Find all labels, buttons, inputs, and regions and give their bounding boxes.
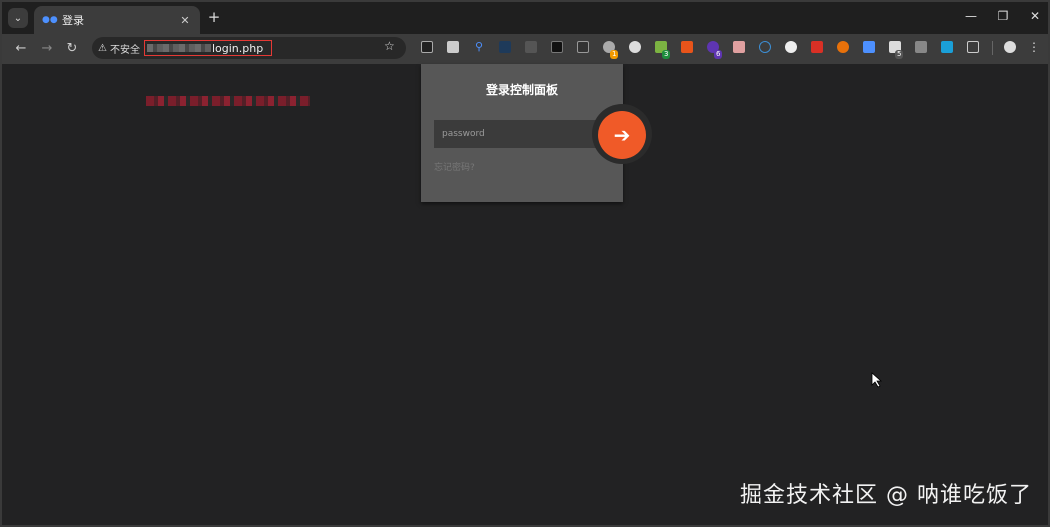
chevron-down-icon: ⌄ [13, 12, 23, 24]
more-menu-icon[interactable]: ⋮ [1028, 41, 1040, 53]
puzzle-icon[interactable] [967, 41, 979, 53]
address-bar[interactable]: ⚠ 不安全 login.php [92, 37, 406, 59]
extension-icon[interactable] [863, 41, 875, 53]
pin-icon[interactable]: ⚲ [473, 41, 485, 53]
warning-icon: ⚠ [98, 42, 107, 54]
extension-icon[interactable] [811, 41, 823, 53]
url-highlight[interactable]: login.php [143, 40, 272, 56]
tab-strip: ⌄ ●● 登录 ✕ + — ❐ ✕ [0, 0, 1050, 34]
profile-avatar[interactable] [1004, 41, 1016, 53]
favicon-icon: ●● [42, 15, 58, 25]
forward-button[interactable]: → [38, 40, 56, 58]
extension-icon[interactable] [551, 41, 563, 53]
extension-icon[interactable] [733, 41, 745, 53]
extension-icon[interactable] [421, 41, 433, 53]
extension-icon[interactable] [785, 41, 797, 53]
extension-icon[interactable] [577, 41, 589, 53]
security-label[interactable]: 不安全 [110, 41, 140, 56]
tab-login[interactable]: ●● 登录 ✕ [34, 6, 200, 34]
tab-title: 登录 [62, 14, 84, 27]
extension-badge: 3 [662, 50, 671, 59]
extension-badge: 6 [714, 50, 723, 59]
extension-icon[interactable] [525, 41, 537, 53]
restore-button[interactable]: ❐ [994, 9, 1012, 23]
reload-button[interactable]: ↻ [63, 40, 81, 58]
watermark: 掘金技术社区 @ 呐谁吃饭了 [740, 483, 1032, 508]
redacted-content [146, 96, 310, 106]
redacted-host [146, 44, 211, 52]
extension-icon[interactable] [915, 41, 927, 53]
login-submit-button[interactable]: ➔ [598, 111, 646, 159]
extension-icon[interactable] [837, 41, 849, 53]
close-icon[interactable]: ✕ [178, 14, 192, 27]
back-button[interactable]: ← [12, 40, 30, 58]
arrow-right-icon: ➔ [613, 123, 631, 147]
bookmark-star-icon[interactable]: ☆ [384, 39, 395, 53]
password-input[interactable] [434, 120, 604, 148]
tab-search-button[interactable]: ⌄ [8, 8, 28, 28]
panel-title: 登录控制面板 [485, 83, 558, 97]
extension-badge: 1 [610, 50, 619, 59]
extension-icon[interactable] [447, 41, 459, 53]
forgot-password-link[interactable]: 忘记密码? [434, 160, 475, 173]
extension-icon[interactable] [759, 41, 771, 53]
extension-icon[interactable] [629, 41, 641, 53]
toolbar-divider [992, 41, 993, 55]
extension-icon[interactable] [499, 41, 511, 53]
close-window-button[interactable]: ✕ [1026, 9, 1044, 23]
mouse-cursor-icon [871, 372, 883, 388]
url-text: login.php [211, 41, 264, 55]
extension-icon[interactable] [681, 41, 693, 53]
extension-icon[interactable] [941, 41, 953, 53]
extension-badge: 5 [895, 50, 904, 59]
new-tab-button[interactable]: + [206, 9, 222, 25]
minimize-button[interactable]: — [962, 9, 980, 23]
